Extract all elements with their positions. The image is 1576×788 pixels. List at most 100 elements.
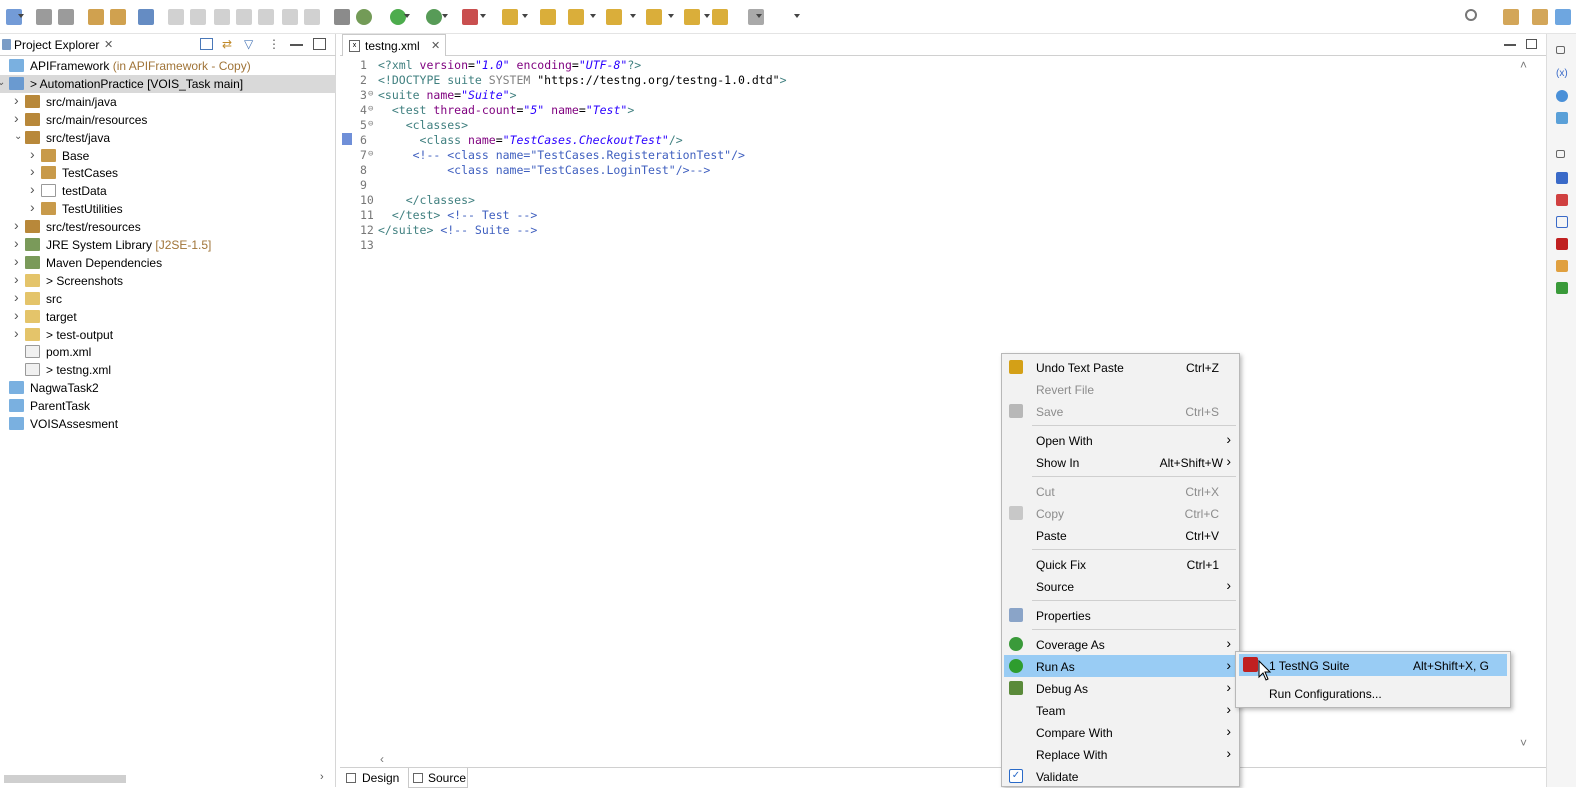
- submenu-item-1-testng-suite[interactable]: 1 TestNG Suite Alt+Shift+X, G: [1239, 654, 1507, 676]
- menu-item-debug-as[interactable]: Debug As ›: [1004, 677, 1237, 699]
- tree-item[interactable]: › JRE System Library [J2SE-1.5]: [0, 235, 336, 254]
- dropdown-arrow-icon[interactable]: [522, 14, 528, 18]
- coverage-icon[interactable]: [426, 9, 442, 25]
- testng-icon[interactable]: [1556, 238, 1568, 250]
- java-perspective-icon[interactable]: [1532, 9, 1548, 25]
- back-icon[interactable]: [646, 9, 662, 25]
- perspective-icon[interactable]: [712, 9, 728, 25]
- scroll-down-icon[interactable]: ˅: [1520, 736, 1527, 750]
- forward-icon[interactable]: [684, 9, 700, 25]
- resume-icon[interactable]: [168, 9, 184, 25]
- outline-icon[interactable]: [1556, 172, 1568, 184]
- view-menu-icon[interactable]: ⋮: [268, 38, 281, 50]
- skip-breakpoints-icon[interactable]: [138, 9, 154, 25]
- open-task-icon[interactable]: [110, 9, 126, 25]
- tree-item[interactable]: › target: [0, 307, 336, 326]
- tree-item[interactable]: APIFramework (in APIFramework - Copy): [0, 57, 336, 75]
- fold-toggle-icon[interactable]: ⊖: [368, 149, 373, 159]
- maximize-icon[interactable]: [1526, 39, 1537, 49]
- tab-source[interactable]: Source: [408, 768, 468, 788]
- tab-testng-xml[interactable]: x testng.xml ✕: [342, 34, 446, 56]
- chevron-right-icon[interactable]: ›: [30, 181, 40, 197]
- tree-item[interactable]: › src/test/resources: [0, 217, 336, 236]
- git-icon[interactable]: [1556, 260, 1568, 272]
- chevron-right-icon[interactable]: ›: [30, 163, 40, 179]
- chevron-right-icon[interactable]: ›: [14, 235, 24, 251]
- debug-icon[interactable]: [356, 9, 372, 25]
- dropdown-arrow-icon[interactable]: [18, 14, 24, 18]
- menu-item-source[interactable]: Source ›: [1004, 575, 1237, 597]
- menu-item-open-with[interactable]: Open With ›: [1004, 429, 1237, 451]
- chevron-right-icon[interactable]: ›: [14, 289, 24, 305]
- dropdown-arrow-icon[interactable]: [756, 14, 762, 18]
- tree-item[interactable]: ParentTask: [0, 397, 336, 415]
- menu-item-compare-with[interactable]: Compare With ›: [1004, 721, 1237, 743]
- dropdown-arrow-icon[interactable]: [704, 14, 710, 18]
- tree-item[interactable]: › Base: [0, 146, 336, 165]
- scroll-right-icon[interactable]: ›: [320, 771, 324, 783]
- prev-annotation-icon[interactable]: [606, 9, 622, 25]
- menu-item-team[interactable]: Team ›: [1004, 699, 1237, 721]
- suspend-icon[interactable]: [190, 9, 206, 25]
- chevron-right-icon[interactable]: ›: [14, 92, 24, 108]
- tree-item[interactable]: › src: [0, 289, 336, 308]
- scroll-up-icon[interactable]: ˄: [1520, 58, 1527, 72]
- disconnect-icon[interactable]: [236, 9, 252, 25]
- menu-item-run-as[interactable]: Run As ›: [1004, 655, 1237, 677]
- dropdown-arrow-icon[interactable]: [442, 14, 448, 18]
- chevron-right-icon[interactable]: ›: [30, 199, 40, 215]
- restore-icon[interactable]: [1556, 46, 1565, 54]
- step-over-icon[interactable]: [282, 9, 298, 25]
- terminate-icon[interactable]: [214, 9, 230, 25]
- save-icon[interactable]: [36, 9, 52, 25]
- debug-perspective-icon[interactable]: [1555, 9, 1571, 25]
- menu-item-replace-with[interactable]: Replace With ›: [1004, 743, 1237, 765]
- tree-item[interactable]: › testData: [0, 181, 336, 200]
- chevron-right-icon[interactable]: ›: [14, 110, 24, 126]
- next-annotation-icon[interactable]: [568, 9, 584, 25]
- chevron-right-icon[interactable]: ›: [14, 271, 24, 287]
- close-icon[interactable]: ✕: [104, 38, 113, 51]
- dropdown-arrow-icon[interactable]: [404, 14, 410, 18]
- tree-item[interactable]: › > Screenshots: [0, 271, 336, 290]
- search-icon[interactable]: [1465, 9, 1477, 21]
- horizontal-scrollbar-thumb[interactable]: [4, 775, 126, 783]
- open-folder-icon[interactable]: [502, 9, 518, 25]
- tree-item[interactable]: > testng.xml: [0, 361, 336, 379]
- fold-toggle-icon[interactable]: ⊖: [368, 119, 373, 129]
- chevron-right-icon[interactable]: ›: [14, 217, 24, 233]
- search-icon[interactable]: [540, 9, 556, 25]
- minimize-icon[interactable]: [1504, 40, 1516, 46]
- save-all-icon[interactable]: [58, 9, 74, 25]
- submenu-item-run-configurations-[interactable]: Run Configurations...: [1239, 682, 1507, 704]
- dropdown-arrow-icon[interactable]: [668, 14, 674, 18]
- menu-item-quick-fix[interactable]: Quick Fix Ctrl+1: [1004, 553, 1237, 575]
- tree-item[interactable]: pom.xml: [0, 343, 336, 361]
- tree-item[interactable]: ⌄ src/test/java: [0, 129, 336, 147]
- maximize-icon[interactable]: [313, 38, 326, 50]
- tree-item[interactable]: › TestCases: [0, 163, 336, 182]
- chevron-down-icon[interactable]: ⌄: [14, 131, 24, 142]
- menu-item-coverage-as[interactable]: Coverage As ›: [1004, 633, 1237, 655]
- dropdown-arrow-icon[interactable]: [794, 14, 800, 18]
- tree-item[interactable]: › > test-output: [0, 325, 336, 344]
- javadoc-icon[interactable]: [1556, 216, 1568, 228]
- dropdown-arrow-icon[interactable]: [590, 14, 596, 18]
- variables-icon[interactable]: (x): [1556, 68, 1568, 80]
- tree-item[interactable]: › src/main/resources: [0, 110, 336, 129]
- chevron-right-icon[interactable]: ›: [14, 325, 24, 341]
- tree-item[interactable]: › Maven Dependencies: [0, 253, 336, 272]
- restore-icon[interactable]: [1556, 150, 1565, 158]
- expressions-icon[interactable]: [1556, 112, 1568, 124]
- open-type-icon[interactable]: [88, 9, 104, 25]
- tree-item[interactable]: ⌄ > AutomationPractice [VOIS_Task main]: [0, 74, 336, 93]
- collapse-all-icon[interactable]: [200, 38, 213, 50]
- menu-item-show-in[interactable]: Show In Alt+Shift+W ›: [1004, 451, 1237, 473]
- step-into-icon[interactable]: [258, 9, 274, 25]
- chevron-right-icon[interactable]: ›: [14, 253, 24, 269]
- breakpoints-icon[interactable]: [1556, 90, 1568, 102]
- open-perspective-icon[interactable]: [1503, 9, 1519, 25]
- scroll-left-icon[interactable]: ‹: [380, 752, 384, 766]
- tree-item[interactable]: › src/main/java: [0, 92, 336, 111]
- external-tools-icon[interactable]: [462, 9, 478, 25]
